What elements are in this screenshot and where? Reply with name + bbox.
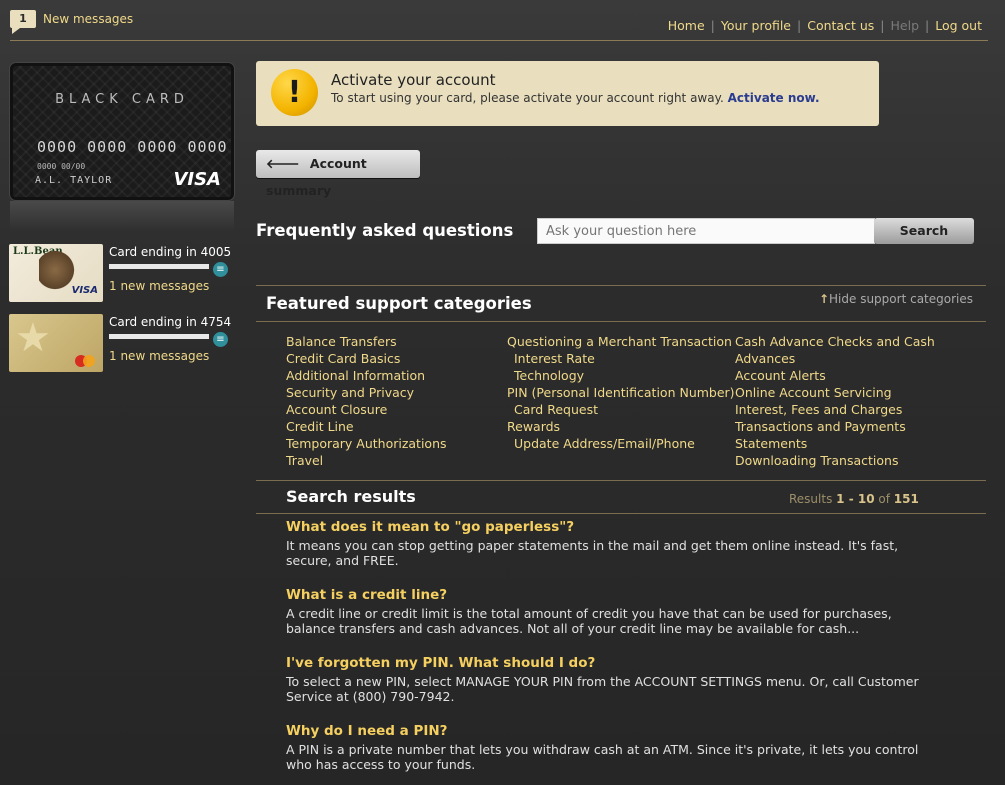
category-column-3: Cash Advance Checks and Cash Advances Ac… — [735, 333, 965, 469]
star-icon: ★ — [15, 315, 51, 361]
card-expiry: 0000 00/00 — [37, 162, 86, 171]
section-divider — [256, 513, 986, 514]
category-link[interactable]: Credit Line — [286, 418, 447, 435]
category-column-2: Questioning a Merchant Transaction Inter… — [507, 333, 735, 452]
category-link[interactable]: Credit Card Basics — [286, 350, 447, 367]
black-card-image[interactable]: BLACK CARD 0000 0000 0000 0000 0000 00/0… — [10, 63, 234, 200]
featured-categories-title: Featured support categories — [266, 294, 532, 313]
result-question-link[interactable]: What does it mean to "go paperless"? — [286, 519, 936, 535]
hide-categories-label: Hide support categories — [829, 292, 973, 306]
category-link[interactable]: Interest, Fees and Charges — [735, 401, 965, 418]
card-number: 0000 0000 0000 0000 — [37, 138, 228, 156]
category-column-1: Balance Transfers Credit Card Basics Add… — [286, 333, 447, 469]
card-reflection — [10, 201, 234, 231]
faq-title: Frequently asked questions — [256, 221, 514, 240]
results-range: 1 - 10 — [836, 492, 875, 506]
results-count: Results 1 - 10 of 151 — [789, 492, 919, 506]
category-link[interactable]: Transactions and Payments — [735, 418, 965, 435]
card-messages-link[interactable]: 1 new messages — [109, 349, 231, 363]
cardholder-name: A.L. TAYLOR — [35, 175, 113, 186]
arrow-up-icon: ↑ — [818, 292, 830, 306]
card-balance-bar — [109, 264, 209, 269]
search-result: What does it mean to "go paperless"? It … — [286, 519, 936, 568]
card-menu-icon[interactable]: ≡ — [213, 262, 228, 277]
activate-title: Activate your account — [331, 71, 496, 89]
result-answer: It means you can stop getting paper stat… — [286, 538, 899, 568]
result-answer: A PIN is a private number that lets you … — [286, 742, 919, 772]
category-link[interactable]: Security and Privacy — [286, 384, 447, 401]
results-of: of — [878, 492, 890, 506]
visa-logo: VISA — [71, 285, 98, 296]
category-link[interactable]: Temporary Authorizations — [286, 435, 447, 452]
nav-log-out[interactable]: Log out — [929, 18, 988, 33]
category-link[interactable]: Account Closure — [286, 401, 447, 418]
nav-your-profile[interactable]: Your profile — [715, 18, 797, 33]
category-link[interactable]: Additional Information — [286, 367, 447, 384]
account-summary-button[interactable]: 🡐 Account summary — [256, 150, 420, 198]
category-link[interactable]: Update Address/Email/Phone — [507, 435, 735, 452]
new-messages-link[interactable]: New messages — [43, 12, 133, 26]
results-total: 151 — [893, 492, 919, 506]
category-link[interactable]: Travel — [286, 452, 447, 469]
category-link[interactable]: Questioning a Merchant Transaction — [507, 333, 735, 350]
warning-icon: ! — [271, 69, 318, 116]
category-link[interactable]: Technology — [507, 367, 735, 384]
section-divider — [256, 321, 986, 322]
section-divider — [256, 480, 986, 481]
category-link[interactable]: Balance Transfers — [286, 333, 447, 350]
card-ending-label: Card ending in 4754 — [109, 315, 232, 329]
ameriprise-card-thumbnail[interactable]: ★ — [9, 314, 103, 372]
search-results-title: Search results — [286, 487, 416, 506]
nav-help: Help — [890, 18, 920, 33]
section-divider — [256, 285, 986, 286]
header-divider — [10, 40, 988, 41]
card-ending-label: Card ending in 4005 — [109, 245, 232, 259]
search-result: Why do I need a PIN? A PIN is a private … — [286, 723, 936, 772]
result-question-link[interactable]: I've forgotten my PIN. What should I do? — [286, 655, 936, 671]
mastercard-logo-icon — [75, 355, 95, 367]
category-link[interactable]: Downloading Transactions — [735, 452, 965, 469]
category-link[interactable]: Online Account Servicing — [735, 384, 965, 401]
hide-categories-link[interactable]: ↑Hide support categories — [819, 292, 973, 306]
results-prefix: Results — [789, 492, 833, 506]
category-link[interactable]: Rewards — [507, 418, 735, 435]
visa-logo: VISA — [173, 169, 221, 190]
activate-account-banner: ! Activate your account To start using y… — [256, 61, 879, 126]
search-button[interactable]: Search — [874, 218, 974, 244]
message-count-badge[interactable]: 1 — [10, 10, 36, 34]
card-balance-bar — [109, 334, 209, 339]
top-navigation: Home | Your profile | Contact us | Help … — [662, 18, 988, 33]
activate-now-link[interactable]: Activate now. — [728, 91, 820, 105]
activate-text: To start using your card, please activat… — [331, 91, 820, 105]
result-question-link[interactable]: Why do I need a PIN? — [286, 723, 936, 739]
llbean-card-thumbnail[interactable]: L.L.Bean VISA — [9, 244, 103, 302]
boot-icon — [39, 250, 79, 290]
card-title: BLACK CARD — [55, 92, 189, 107]
category-link[interactable]: Card Request — [507, 401, 735, 418]
result-answer: A credit line or credit limit is the tot… — [286, 606, 892, 636]
nav-contact-us[interactable]: Contact us — [801, 18, 880, 33]
card-messages-link[interactable]: 1 new messages — [109, 279, 231, 293]
result-question-link[interactable]: What is a credit line? — [286, 587, 936, 603]
card-menu-icon[interactable]: ≡ — [213, 332, 228, 347]
search-result: I've forgotten my PIN. What should I do?… — [286, 655, 936, 704]
activate-message: To start using your card, please activat… — [331, 91, 724, 105]
category-link[interactable]: Cash Advance Checks and Cash Advances — [735, 333, 965, 367]
result-answer: To select a new PIN, select MANAGE YOUR … — [286, 674, 919, 704]
category-link[interactable]: Account Alerts — [735, 367, 965, 384]
category-link[interactable]: Interest Rate — [507, 350, 735, 367]
category-link[interactable]: PIN (Personal Identification Number) — [507, 384, 735, 401]
search-result: What is a credit line? A credit line or … — [286, 587, 936, 636]
category-link[interactable]: Statements — [735, 435, 965, 452]
faq-search-input[interactable] — [537, 218, 875, 244]
nav-home[interactable]: Home — [662, 18, 711, 33]
arrow-left-icon: 🡐 — [266, 156, 300, 171]
